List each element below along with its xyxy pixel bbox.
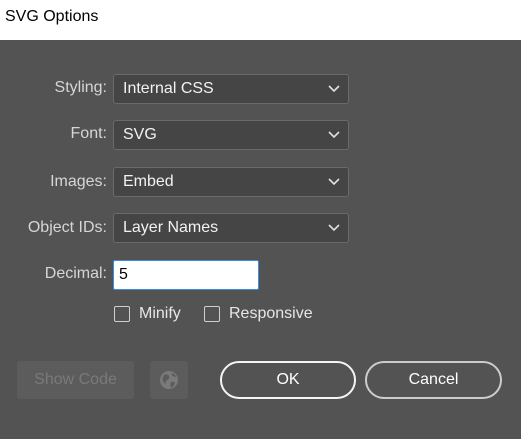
ok-button[interactable]: OK	[220, 361, 356, 399]
decimal-label: Decimal:	[44, 265, 107, 282]
chevron-down-icon	[328, 178, 340, 186]
font-value: SVG	[123, 126, 157, 143]
chevron-down-icon	[328, 224, 340, 232]
object-ids-select[interactable]: Layer Names	[113, 213, 349, 243]
ok-label: OK	[276, 371, 300, 388]
window-title: SVG Options	[5, 8, 99, 25]
minify-label[interactable]: Minify	[139, 305, 181, 323]
styling-select[interactable]: Internal CSS	[113, 74, 349, 104]
minify-checkbox[interactable]	[114, 306, 130, 322]
images-select[interactable]: Embed	[113, 167, 349, 197]
object-ids-label: Object IDs:	[27, 219, 107, 236]
responsive-label[interactable]: Responsive	[229, 305, 313, 323]
web-preview-button	[150, 361, 188, 399]
styling-value: Internal CSS	[123, 80, 214, 97]
styling-label: Styling:	[54, 79, 107, 96]
font-label: Font:	[70, 125, 107, 142]
responsive-checkbox[interactable]	[204, 306, 220, 322]
show-code-label: Show Code	[34, 371, 117, 388]
cancel-button[interactable]: Cancel	[365, 361, 502, 399]
font-select[interactable]: SVG	[113, 120, 349, 150]
images-value: Embed	[123, 173, 174, 190]
cancel-label: Cancel	[408, 371, 459, 388]
chevron-down-icon	[328, 131, 340, 139]
decimal-input[interactable]	[113, 260, 259, 290]
images-label: Images:	[50, 173, 107, 190]
chevron-down-icon	[328, 85, 340, 93]
globe-icon	[160, 371, 178, 389]
title-bar: SVG Options	[0, 0, 521, 40]
show-code-button: Show Code	[17, 361, 134, 399]
object-ids-value: Layer Names	[123, 219, 219, 236]
